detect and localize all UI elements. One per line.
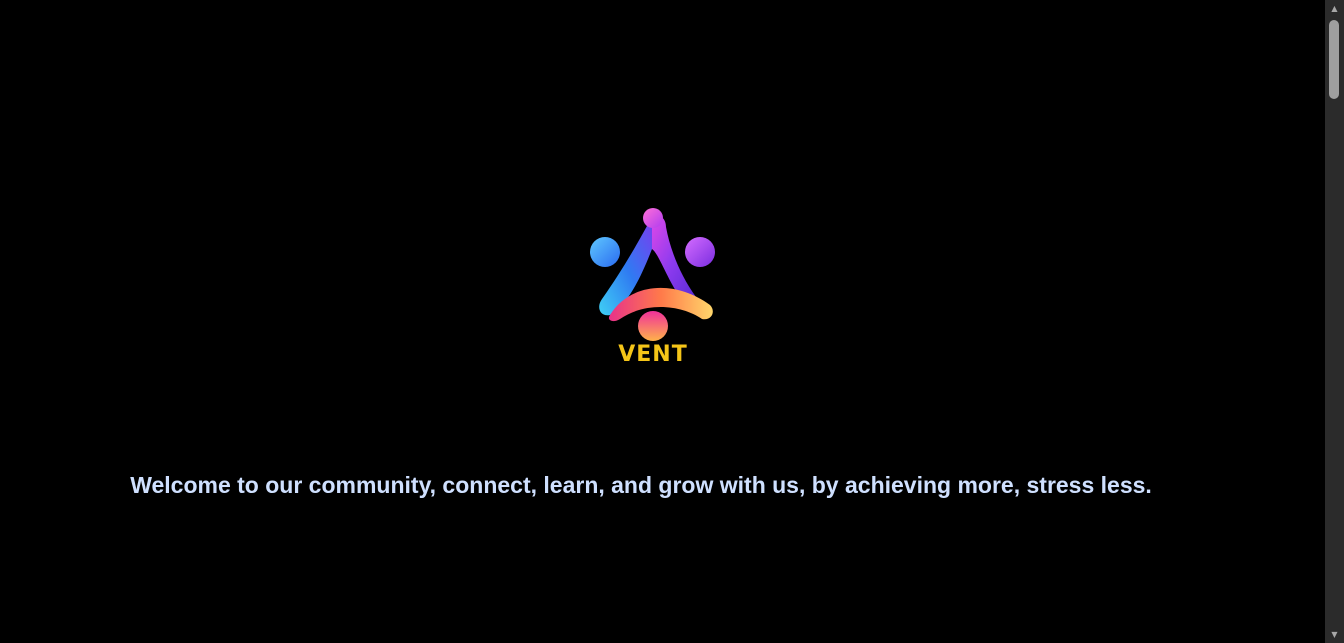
page: VENT Welcome to our community, connect, … xyxy=(0,0,1344,643)
brand-wordmark: VENT xyxy=(618,342,688,367)
scroll-down-arrow-icon[interactable]: ▼ xyxy=(1325,626,1344,643)
scroll-up-arrow-icon[interactable]: ▲ xyxy=(1325,0,1344,17)
welcome-message: Welcome to our community, connect, learn… xyxy=(130,472,1152,498)
scroll-thumb[interactable] xyxy=(1329,20,1339,99)
people-triangle-logo-icon xyxy=(590,208,715,341)
main-viewport: VENT Welcome to our community, connect, … xyxy=(0,0,1325,643)
vent-logo: VENT xyxy=(586,205,720,375)
vertical-scrollbar[interactable]: ▲ ▼ xyxy=(1325,0,1344,643)
